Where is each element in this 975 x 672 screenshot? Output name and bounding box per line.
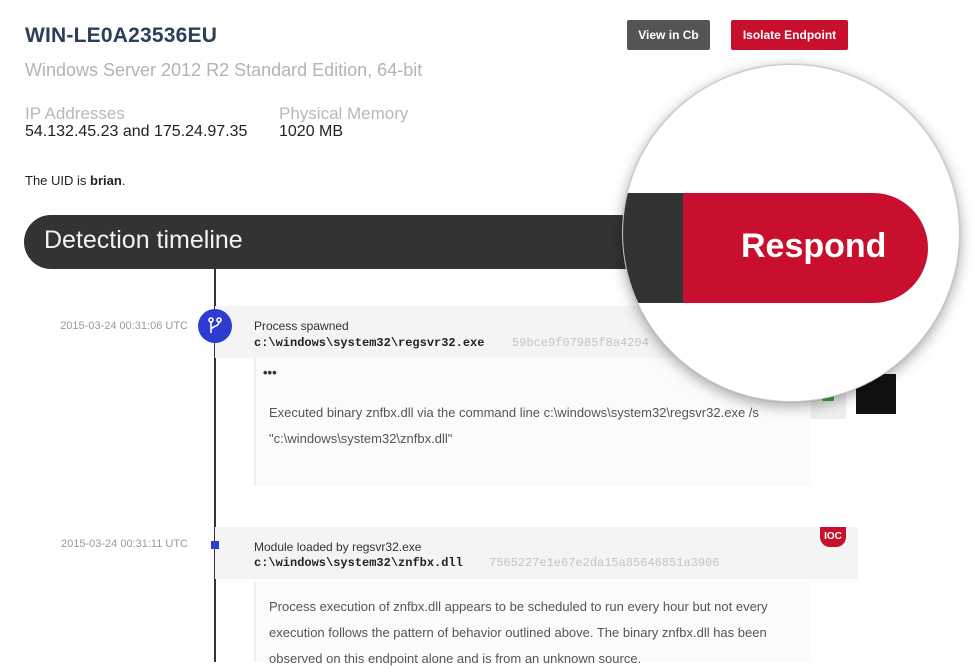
event-path: c:\windows\system32\znfbx.dll [254,556,463,570]
event-hash: 7565227e1e67e2da15a85646851a3906 [489,556,720,570]
timeline-title: Detection timeline [44,226,243,254]
event-detail-line: observed on this endpoint alone and is f… [269,651,642,666]
uid-value: brian [90,173,122,188]
ioc-badge[interactable]: IOC [820,527,846,547]
ip-label: IP Addresses [25,104,125,123]
isolate-endpoint-button[interactable]: Isolate Endpoint [731,20,848,50]
memory-label: Physical Memory [279,104,409,123]
ip-value: 54.132.45.23 and 175.24.97.35 [25,123,248,140]
event-timestamp: 2015-03-24 00:31:06 UTC [60,320,188,332]
event-path: c:\windows\system32\regsvr32.exe [254,336,485,350]
event-hash: 59bce9f07985f8a4204 [512,336,649,350]
timeline-line [214,240,216,662]
event-detail-line: Process execution of znfbx.dll appears t… [269,599,768,614]
respond-label: Respond [741,227,887,265]
host-name: WIN-LE0A23536EU [25,24,218,47]
view-in-cb-button[interactable]: View in Cb [627,20,710,50]
uid-suffix: . [121,173,126,188]
event-label: Module loaded by regsvr32.exe [254,540,422,554]
event-detail-line: execution follows the pattern of behavio… [269,625,767,640]
event-detail-line: "c:\windows\system32\znfbx.dll" [269,431,453,446]
event-detail-line: Executed binary znfbx.dll via the comman… [269,405,759,420]
event-marker [211,541,219,549]
more-options-button[interactable]: ••• [263,365,277,380]
os-description: Windows Server 2012 R2 Standard Edition,… [25,60,423,80]
branch-icon [198,309,232,343]
event-label: Process spawned [254,319,349,333]
uid-prefix: The UID is [25,173,87,188]
uid-line: The UID is brian. [25,173,125,188]
event-timestamp: 2015-03-24 00:31:11 UTC [61,538,188,550]
magnifier-overlay: Respond [622,64,960,402]
memory-value: 1020 MB [279,123,344,140]
